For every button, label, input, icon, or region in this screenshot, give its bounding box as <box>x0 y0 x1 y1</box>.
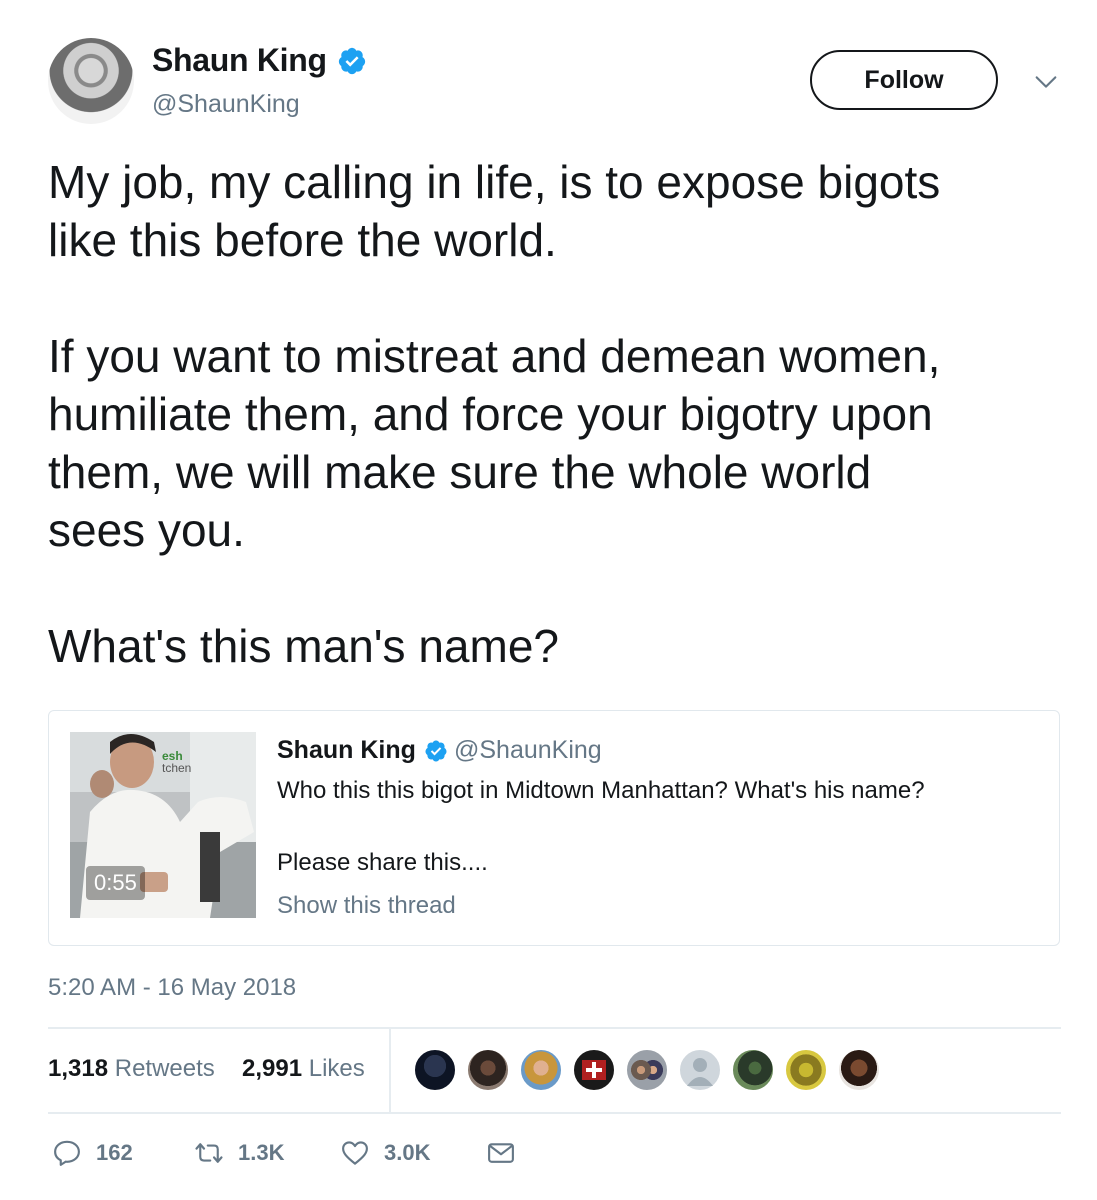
author-handle[interactable]: @ShaunKing <box>152 90 300 119</box>
likes-label: Likes <box>308 1055 365 1082</box>
direct-message-button[interactable] <box>486 1138 530 1168</box>
quoted-tweet-text: Please share this.... <box>277 849 488 876</box>
liker-avatar[interactable] <box>413 1048 457 1092</box>
quoted-author-name-text[interactable]: Shaun King <box>277 736 416 765</box>
tweet-text-line: If you want to mistreat and demean women… <box>48 330 941 382</box>
like-button[interactable]: 3.0K <box>340 1138 430 1168</box>
tweet-text-line: What's this man's name? <box>48 620 559 672</box>
show-thread-link[interactable]: Show this thread <box>277 892 456 920</box>
reply-icon <box>54 1140 80 1166</box>
retweet-count: 1.3K <box>238 1140 285 1165</box>
liker-avatar[interactable] <box>678 1048 722 1092</box>
envelope-icon <box>488 1143 514 1163</box>
stats-divider <box>389 1029 391 1113</box>
quoted-author-handle[interactable]: @ShaunKing <box>454 736 602 765</box>
reply-count: 162 <box>96 1140 133 1165</box>
tweet-text-line: My job, my calling in life, is to expose… <box>48 156 941 208</box>
reply-button[interactable]: 162 <box>52 1138 133 1168</box>
video-duration-badge: 0:55 <box>86 866 145 900</box>
liker-avatar[interactable] <box>466 1048 510 1092</box>
liker-avatar[interactable] <box>572 1048 616 1092</box>
tweet-text-line: sees you. <box>48 504 245 556</box>
retweets-label: Retweets <box>114 1055 215 1082</box>
follow-button[interactable]: Follow <box>810 50 998 110</box>
heart-icon <box>342 1141 368 1165</box>
default-profile-icon <box>687 1058 713 1086</box>
thumb-sign-text: tchen <box>162 761 191 775</box>
retweets-count: 1,318 <box>48 1055 109 1082</box>
divider <box>48 1027 1061 1029</box>
likes-stat[interactable]: 2,991 Likes <box>242 1055 365 1083</box>
verified-badge-icon <box>338 47 365 74</box>
tweet-text-line: them, we will make sure the whole world <box>48 446 872 498</box>
retweets-stat[interactable]: 1,318 Retweets <box>48 1055 215 1083</box>
tweet-text-line: like this before the world. <box>48 214 557 266</box>
liker-avatar[interactable] <box>784 1048 828 1092</box>
retweet-icon <box>195 1143 223 1163</box>
likes-count: 2,991 <box>242 1055 303 1082</box>
verified-badge-icon <box>425 740 447 761</box>
liker-avatar[interactable] <box>837 1048 881 1092</box>
quoted-author-name[interactable]: Shaun King <box>277 736 448 765</box>
liker-avatar[interactable] <box>519 1048 563 1092</box>
cross-icon <box>582 1060 606 1080</box>
author-name-text[interactable]: Shaun King <box>152 42 327 79</box>
author-name[interactable]: Shaun King <box>152 42 367 79</box>
tweet-timestamp[interactable]: 5:20 AM - 16 May 2018 <box>48 974 296 1002</box>
retweet-button[interactable]: 1.3K <box>194 1138 284 1168</box>
tweet-text-line: humiliate them, and force your bigotry u… <box>48 388 933 440</box>
liker-avatar[interactable] <box>731 1048 775 1092</box>
quoted-tweet-text: Who this this bigot in Midtown Manhattan… <box>277 777 925 804</box>
liker-avatar[interactable] <box>625 1048 669 1092</box>
author-avatar[interactable] <box>48 38 134 124</box>
divider <box>48 1112 1061 1114</box>
like-count: 3.0K <box>384 1140 431 1165</box>
chevron-down-icon[interactable] <box>1032 68 1060 96</box>
